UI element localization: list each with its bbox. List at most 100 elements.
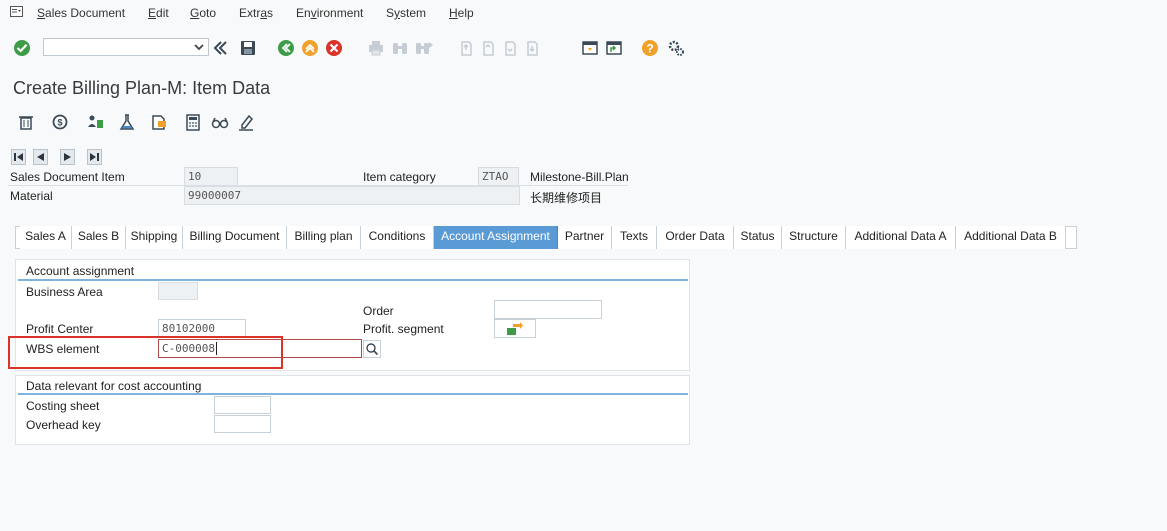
- order-field[interactable]: [494, 300, 602, 319]
- tab-partner[interactable]: Partner: [558, 226, 612, 249]
- business-area-label: Business Area: [26, 285, 103, 299]
- first-item-button[interactable]: [11, 149, 26, 165]
- first-page-icon[interactable]: [456, 38, 476, 58]
- page-title: Create Billing Plan-M: Item Data: [13, 78, 271, 98]
- next-item-button[interactable]: [60, 149, 75, 165]
- customize-layout-icon[interactable]: [666, 38, 686, 58]
- menu-icon[interactable]: [10, 6, 23, 17]
- chevron-down-icon[interactable]: [192, 40, 206, 54]
- profit-segment-icon: [507, 322, 523, 335]
- enter-icon[interactable]: [12, 38, 32, 58]
- next-page-icon[interactable]: [500, 38, 520, 58]
- profit-segment-button[interactable]: [494, 319, 536, 338]
- last-item-icon: [90, 153, 99, 161]
- glasses-icon[interactable]: [210, 112, 230, 132]
- tab-billing-plan[interactable]: Billing plan: [287, 226, 361, 249]
- menu-bar: [0, 0, 1167, 26]
- svg-text:$: $: [57, 118, 62, 128]
- edit-icon[interactable]: [236, 112, 256, 132]
- find-icon[interactable]: [390, 38, 410, 58]
- menu-item-extras[interactable]: Extras: [239, 6, 273, 20]
- tab-texts[interactable]: Texts: [612, 226, 657, 249]
- last-item-button[interactable]: [87, 149, 102, 165]
- cost-accounting-title: Data relevant for cost accounting: [26, 379, 202, 393]
- tab-shipping[interactable]: Shipping: [126, 226, 183, 249]
- menu-item-text: dit: [156, 6, 169, 20]
- material-label: Material: [10, 189, 53, 203]
- menu-item-mnemonic: E: [148, 6, 157, 20]
- item-category-description: Milestone-Bill.Plan: [530, 170, 629, 184]
- overhead-key-field[interactable]: [214, 415, 271, 433]
- costing-sheet-label: Costing sheet: [26, 399, 100, 413]
- tab-sales-b[interactable]: Sales B: [72, 226, 126, 249]
- menu-item-mnemonic: H: [449, 6, 458, 20]
- tab-billing-document[interactable]: Billing Document: [183, 226, 287, 249]
- tab-additional-data-b[interactable]: Additional Data B: [956, 226, 1066, 249]
- delete-icon[interactable]: [16, 112, 36, 132]
- tab-status[interactable]: Status: [734, 226, 782, 249]
- item-category-label: Item category: [363, 170, 436, 184]
- help-icon[interactable]: ?: [640, 38, 660, 58]
- menu-item-sales-document[interactable]: Sales Document: [37, 6, 125, 20]
- account-assignment-rule: [18, 279, 688, 281]
- billing-icon[interactable]: $: [50, 112, 70, 132]
- document-icon[interactable]: [149, 112, 169, 132]
- previous-item-icon: [37, 153, 44, 161]
- tab-structure[interactable]: Structure: [782, 226, 846, 249]
- account-assignment-title: Account assignment: [26, 264, 135, 278]
- material-field: 99000007: [184, 186, 520, 205]
- search-help-icon[interactable]: [363, 340, 381, 358]
- material-description: 长期维修项目: [530, 191, 603, 205]
- exit-icon[interactable]: [300, 38, 320, 58]
- tab-additional-data-a[interactable]: Additional Data A: [846, 226, 956, 249]
- menu-item-mnemonic: G: [190, 6, 200, 20]
- item-label: Sales Document Item: [10, 170, 125, 184]
- tab-account-assignment[interactable]: Account Assignment: [434, 226, 558, 249]
- assign-icon[interactable]: [85, 112, 105, 132]
- menu-item-edit[interactable]: Edit: [148, 6, 169, 20]
- shortcut-icon[interactable]: [604, 38, 624, 58]
- menu-item-system[interactable]: System: [386, 6, 426, 20]
- calculator-icon[interactable]: [183, 112, 203, 132]
- print-icon[interactable]: [366, 38, 386, 58]
- menu-item-text: oto: [199, 6, 217, 20]
- first-item-icon: [14, 153, 23, 161]
- cancel-icon[interactable]: [324, 38, 344, 58]
- last-page-icon[interactable]: [522, 38, 542, 58]
- create-session-icon[interactable]: [580, 38, 600, 58]
- menu-item-mnemonic: S: [37, 6, 46, 20]
- menu-item-text: S: [386, 6, 395, 20]
- highlight-box: [8, 336, 283, 369]
- cost-accounting-rule: [18, 393, 688, 395]
- next-item-icon: [64, 153, 71, 161]
- overhead-key-label: Overhead key: [26, 418, 101, 432]
- menu-item-text: Extr: [239, 6, 261, 20]
- menu-item-text: En: [296, 6, 311, 20]
- tab-order-data[interactable]: Order Data: [657, 226, 734, 249]
- menu-item-help[interactable]: Help: [449, 6, 474, 20]
- command-field[interactable]: [43, 38, 209, 56]
- back-icon[interactable]: [276, 38, 296, 58]
- menu-item-text: elp: [457, 6, 474, 20]
- item-category-field: ZTAO: [478, 167, 519, 186]
- menu-item-text: ironment: [316, 6, 364, 20]
- svg-text:?: ?: [646, 42, 653, 56]
- previous-item-button[interactable]: [33, 149, 48, 165]
- menu-item-text: stem: [400, 6, 427, 20]
- menu-item-goto[interactable]: Goto: [190, 6, 216, 20]
- previous-page-icon[interactable]: [478, 38, 498, 58]
- tab-sales-a[interactable]: Sales A: [20, 226, 72, 249]
- collapse-icon[interactable]: [210, 38, 230, 58]
- order-label: Order: [363, 304, 394, 318]
- save-icon[interactable]: [238, 38, 258, 58]
- flask-icon[interactable]: [117, 112, 137, 132]
- item-field: 10: [184, 167, 238, 186]
- menu-item-text: s: [267, 6, 274, 20]
- profit-segment-label: Profit. segment: [363, 322, 444, 336]
- tab-conditions[interactable]: Conditions: [361, 226, 434, 249]
- costing-sheet-field[interactable]: [214, 396, 271, 414]
- find-next-icon[interactable]: [414, 38, 434, 58]
- profit-center-label: Profit Center: [26, 322, 94, 336]
- menu-item-environment[interactable]: Environment: [296, 6, 363, 20]
- menu-item-text: ales Document: [45, 6, 126, 20]
